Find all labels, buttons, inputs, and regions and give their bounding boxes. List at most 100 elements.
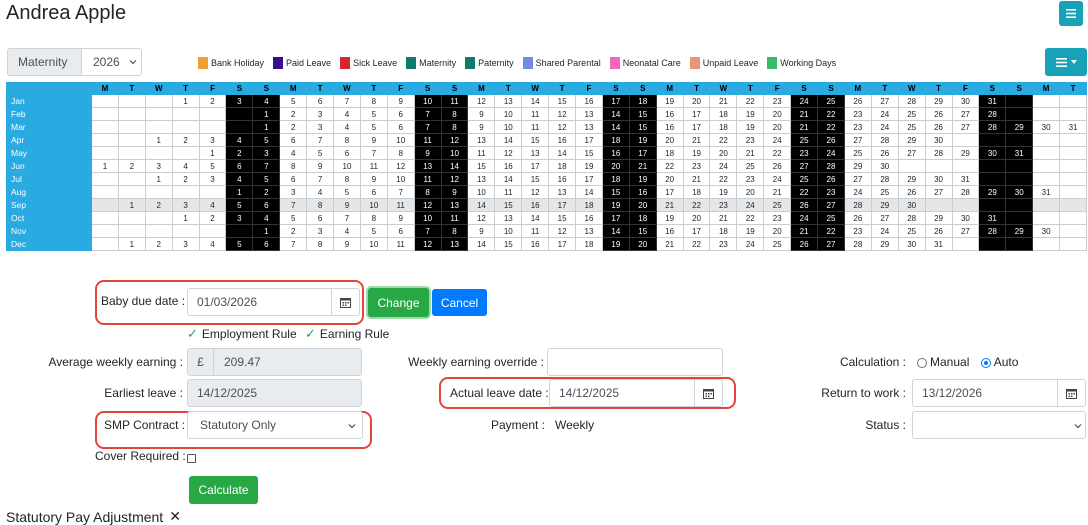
calendar-day[interactable]: 27 — [951, 107, 980, 121]
calendar-day[interactable]: 27 — [843, 133, 872, 147]
calendar-day[interactable]: 24 — [843, 185, 872, 199]
calendar-day[interactable]: 26 — [817, 172, 845, 186]
calendar-day[interactable]: 5 — [359, 120, 388, 134]
calendar-day[interactable]: 19 — [628, 133, 657, 147]
calendar-day[interactable]: 8 — [413, 185, 442, 199]
calendar-day[interactable]: 9 — [386, 211, 415, 225]
calendar-day[interactable]: 30 — [1032, 224, 1061, 238]
calendar-day[interactable]: 26 — [817, 133, 845, 147]
baby-due-date-input[interactable]: 01/03/2026 — [187, 288, 360, 316]
calendar-day[interactable]: 1 — [225, 185, 254, 199]
calendar-day[interactable]: 16 — [521, 237, 550, 251]
calendar-day[interactable]: 3 — [306, 224, 335, 238]
calendar-day[interactable]: 9 — [359, 133, 388, 147]
calendar-day[interactable]: 18 — [628, 211, 657, 225]
calendar-day[interactable]: 19 — [709, 185, 738, 199]
calendar-day[interactable]: 20 — [709, 146, 738, 160]
calendar-day[interactable]: 31 — [1005, 146, 1034, 160]
calendar-day[interactable]: 8 — [333, 133, 361, 147]
calendar-day[interactable]: 20 — [628, 198, 657, 212]
calendar-day[interactable]: 26 — [924, 107, 953, 121]
calendar-day[interactable]: 16 — [628, 185, 657, 199]
return-to-work-calendar-button[interactable] — [1057, 380, 1085, 406]
calendar-day[interactable]: 24 — [736, 237, 765, 251]
calendar-day[interactable]: 10 — [413, 94, 442, 108]
calendar-day[interactable]: 12 — [521, 185, 550, 199]
calendar-day[interactable]: 26 — [790, 237, 819, 251]
calendar-day[interactable]: 22 — [790, 185, 819, 199]
calendar-day[interactable]: 25 — [763, 237, 792, 251]
calendar-day[interactable]: 12 — [548, 107, 577, 121]
calendar-day[interactable]: 25 — [897, 224, 926, 238]
calendar-day[interactable]: 31 — [978, 94, 1007, 108]
calendar-day[interactable]: 12 — [413, 237, 442, 251]
calendar-day[interactable]: 4 — [333, 224, 361, 238]
calendar-day[interactable]: 31 — [978, 211, 1007, 225]
calendar-day[interactable]: 15 — [628, 224, 657, 238]
calendar-day[interactable]: 4 — [279, 146, 308, 160]
calendar-day[interactable]: 1 — [91, 159, 119, 173]
calendar-day[interactable]: 18 — [601, 172, 630, 186]
calendar-day[interactable]: 2 — [225, 146, 254, 160]
calendar-day[interactable]: 5 — [225, 198, 254, 212]
calendar-day[interactable]: 29 — [870, 237, 899, 251]
calendar-day[interactable]: 8 — [359, 94, 388, 108]
calendar-day[interactable]: 6 — [306, 211, 335, 225]
calendar-day[interactable]: 6 — [252, 237, 281, 251]
calendar-day[interactable]: 21 — [736, 146, 765, 160]
month-label[interactable]: Jul — [6, 172, 92, 186]
calendar-day[interactable]: 14 — [548, 146, 577, 160]
calendar-day[interactable]: 22 — [736, 211, 765, 225]
calendar-day[interactable]: 4 — [225, 133, 254, 147]
calendar-day[interactable]: 7 — [306, 133, 335, 147]
calendar-day[interactable]: 7 — [333, 94, 361, 108]
calendar-day[interactable]: 13 — [575, 120, 603, 134]
calendar-day[interactable]: 22 — [655, 159, 684, 173]
calendar-day[interactable]: 15 — [494, 198, 523, 212]
calendar-day[interactable]: 19 — [601, 198, 630, 212]
calendar-day[interactable]: 20 — [628, 237, 657, 251]
calendar-day[interactable]: 15 — [575, 146, 603, 160]
calendar-day[interactable]: 25 — [843, 146, 872, 160]
calendar-day[interactable]: 12 — [494, 146, 523, 160]
month-label[interactable]: Oct — [6, 211, 92, 225]
calendar-day[interactable]: 1 — [198, 146, 227, 160]
calendar-day[interactable]: 18 — [575, 237, 603, 251]
calendar-day[interactable]: 25 — [817, 94, 845, 108]
calendar-day[interactable]: 23 — [763, 94, 792, 108]
calendar-day[interactable]: 11 — [521, 107, 550, 121]
calendar-day[interactable]: 14 — [440, 159, 469, 173]
calendar-day[interactable]: 23 — [682, 159, 711, 173]
calendar-day[interactable]: 26 — [897, 185, 926, 199]
calendar-day[interactable]: 17 — [682, 107, 711, 121]
actual-leave-date-input[interactable]: 14/12/2025 — [549, 379, 723, 407]
calendar-day[interactable]: 29 — [843, 159, 872, 173]
calendar-day[interactable]: 21 — [790, 120, 819, 134]
change-button[interactable]: Change — [368, 288, 429, 317]
calendar-day[interactable]: 1 — [252, 107, 281, 121]
cancel-button[interactable]: Cancel — [432, 289, 487, 316]
calendar-day[interactable]: 5 — [252, 133, 281, 147]
calendar-day[interactable]: 12 — [467, 94, 496, 108]
calendar-day[interactable]: 30 — [897, 237, 926, 251]
calendar-day[interactable]: 11 — [494, 185, 523, 199]
calendar-day[interactable]: 23 — [843, 107, 872, 121]
calendar-day[interactable]: 9 — [386, 94, 415, 108]
calendar-day[interactable]: 25 — [736, 159, 765, 173]
calendar-day[interactable]: 25 — [897, 107, 926, 121]
calendar-day[interactable]: 10 — [494, 107, 523, 121]
calendar-day[interactable]: 18 — [682, 185, 711, 199]
calendar-day[interactable]: 24 — [870, 224, 899, 238]
calendar-day[interactable]: 8 — [386, 146, 415, 160]
calendar-day[interactable]: 12 — [440, 133, 469, 147]
calendar-day[interactable]: 19 — [628, 172, 657, 186]
calendar-day[interactable]: 26 — [924, 224, 953, 238]
weekly-override-input[interactable] — [547, 348, 723, 376]
calendar-day[interactable]: 14 — [521, 94, 550, 108]
calendar-day[interactable]: 30 — [897, 198, 926, 212]
calendar-day[interactable]: 20 — [763, 107, 792, 121]
calendar-day[interactable]: 1 — [117, 198, 146, 212]
calendar-day[interactable]: 8 — [333, 172, 361, 186]
calendar-day[interactable]: 2 — [279, 120, 308, 134]
calendar-day[interactable]: 22 — [682, 237, 711, 251]
